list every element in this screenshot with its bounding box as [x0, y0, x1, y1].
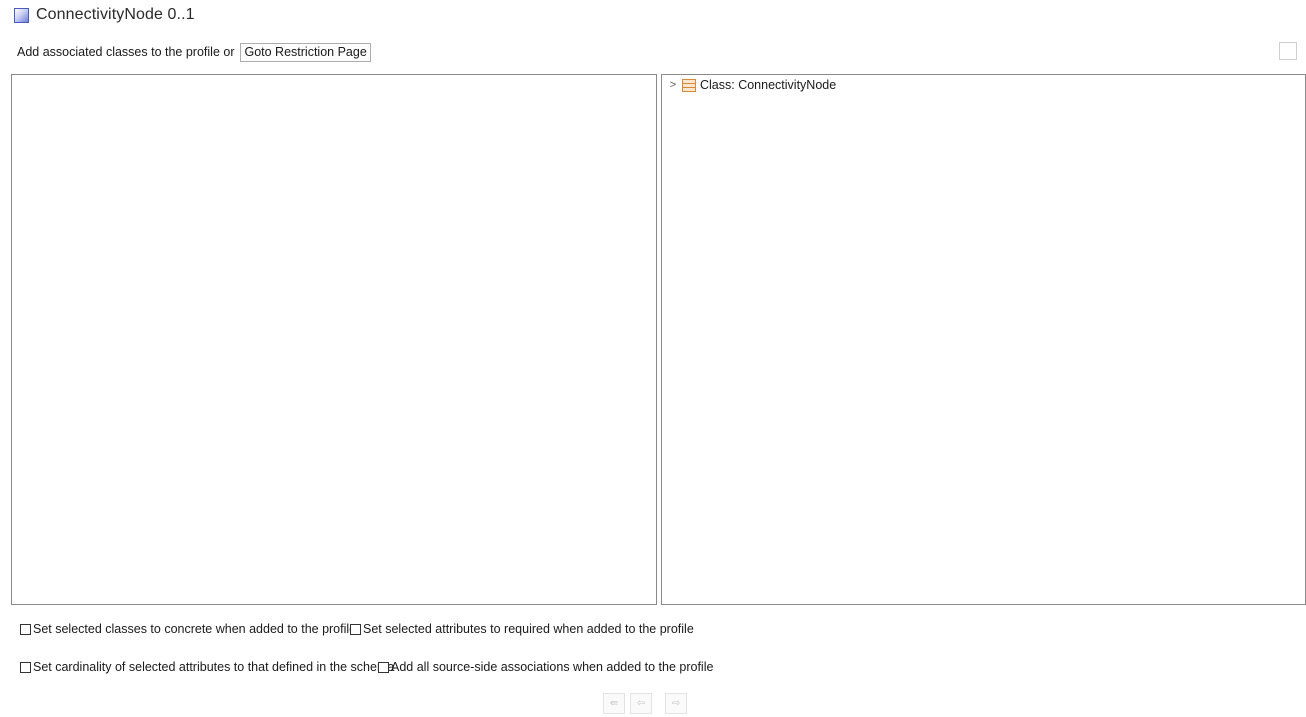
- page-title: ConnectivityNode 0..1: [36, 6, 195, 23]
- class-icon: [682, 78, 696, 92]
- toolbar: Add associated classes to the profile or…: [17, 41, 371, 63]
- option-cardinality[interactable]: Set cardinality of selected attributes t…: [20, 659, 394, 675]
- chevron-right-icon[interactable]: >: [668, 79, 678, 91]
- option-source-assoc[interactable]: Add all source-side associations when ad…: [378, 659, 713, 675]
- add-button[interactable]: ⇨: [665, 693, 687, 714]
- remove-button[interactable]: ⇦: [630, 693, 652, 714]
- required-checkbox[interactable]: [350, 623, 361, 635]
- corner-toggle-box[interactable]: [1279, 42, 1297, 60]
- schema-classes-panel[interactable]: > Class: ConnectivityNode: [661, 74, 1306, 605]
- option-source-assoc-label: Add all source-side associations when ad…: [391, 660, 714, 674]
- option-required-label: Set selected attributes to required when…: [363, 622, 694, 636]
- add-associated-prompt: Add associated classes to the profile or: [17, 45, 235, 59]
- page-header: ConnectivityNode 0..1: [14, 4, 195, 26]
- class-square-icon: [14, 7, 29, 23]
- goto-restriction-page-button[interactable]: Goto Restriction Page: [240, 42, 371, 62]
- arrow-left-icon: ⇦: [636, 698, 646, 709]
- double-arrow-left-icon: ⇚: [609, 698, 619, 709]
- cardinality-checkbox[interactable]: [20, 661, 31, 673]
- remove-all-button[interactable]: ⇚: [603, 693, 625, 714]
- tree-item-label: Class: ConnectivityNode: [700, 78, 837, 92]
- source-assoc-checkbox[interactable]: [378, 661, 389, 673]
- tree-item-connectivitynode[interactable]: > Class: ConnectivityNode: [668, 77, 836, 93]
- concrete-checkbox[interactable]: [20, 623, 31, 635]
- option-concrete[interactable]: Set selected classes to concrete when ad…: [20, 621, 356, 637]
- option-concrete-label: Set selected classes to concrete when ad…: [33, 622, 357, 636]
- arrow-right-icon: ⇨: [671, 698, 681, 709]
- profile-classes-panel[interactable]: [11, 74, 657, 605]
- option-required[interactable]: Set selected attributes to required when…: [350, 621, 694, 637]
- option-cardinality-label: Set cardinality of selected attributes t…: [33, 660, 395, 674]
- profile-associations-page: ConnectivityNode 0..1 Add associated cla…: [0, 0, 1306, 717]
